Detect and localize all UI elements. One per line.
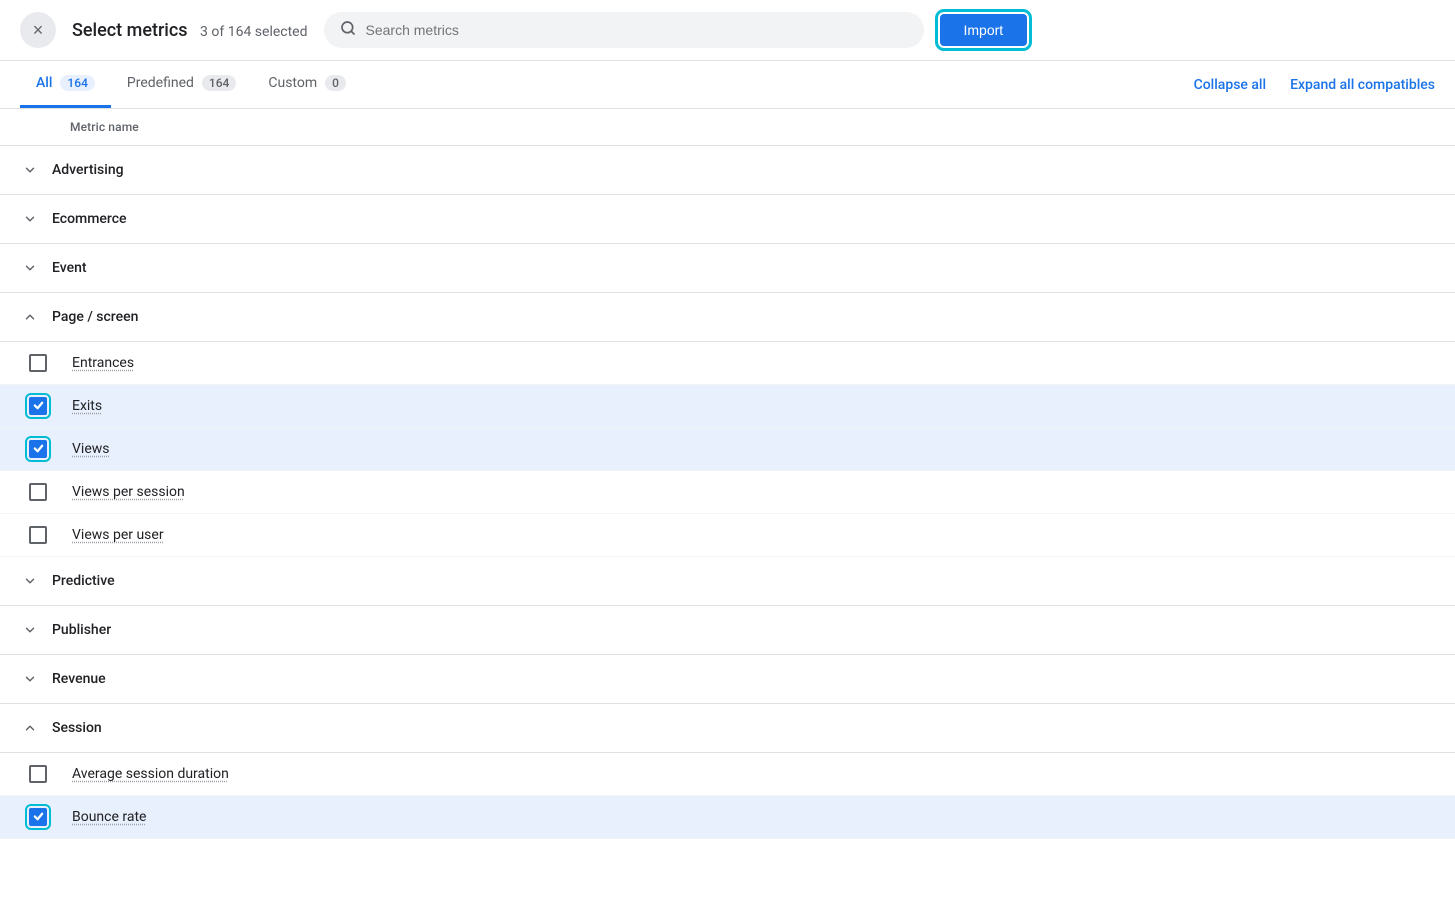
close-button[interactable]: × <box>20 12 56 48</box>
header: × Select metrics 3 of 164 selected Impor… <box>0 0 1455 61</box>
search-input[interactable] <box>366 22 908 38</box>
import-button[interactable]: Import <box>940 14 1028 46</box>
metric-label: Bounce rate <box>72 809 146 825</box>
category-label: Publisher <box>52 622 111 638</box>
metric-checkbox[interactable] <box>29 397 47 415</box>
metric-checkbox[interactable] <box>29 440 47 458</box>
metric-checkbox[interactable] <box>29 765 47 783</box>
category-label: Advertising <box>52 162 124 178</box>
chevron-icon <box>20 669 40 689</box>
checkbox-area <box>20 483 56 501</box>
close-icon: × <box>33 20 44 41</box>
metric-label: Exits <box>72 398 102 414</box>
checkbox-area <box>20 526 56 544</box>
metric-row[interactable]: Entrances <box>0 342 1455 385</box>
chevron-icon <box>20 258 40 278</box>
category-row[interactable]: Ecommerce <box>0 195 1455 244</box>
tabs-left: All 164 Predefined 164 Custom 0 <box>20 61 1194 108</box>
tab-predefined[interactable]: Predefined 164 <box>111 61 252 108</box>
checkbox-area <box>20 354 56 372</box>
category-label: Event <box>52 260 87 276</box>
expand-all-button[interactable]: Expand all compatibles <box>1290 77 1435 93</box>
metrics-list: Advertising Ecommerce Event Page / screen En… <box>0 146 1455 839</box>
category-label: Revenue <box>52 671 106 687</box>
checkmark-icon <box>33 443 44 456</box>
checkbox-area <box>20 397 56 415</box>
category-row[interactable]: Revenue <box>0 655 1455 704</box>
metric-row[interactable]: Average session duration <box>0 753 1455 796</box>
tab-custom[interactable]: Custom 0 <box>252 61 362 108</box>
metric-checkbox[interactable] <box>29 808 47 826</box>
category-row[interactable]: Publisher <box>0 606 1455 655</box>
metric-checkbox[interactable] <box>29 526 47 544</box>
checkmark-icon <box>33 400 44 413</box>
chevron-icon <box>20 307 40 327</box>
metric-checkbox[interactable] <box>29 483 47 501</box>
dialog-title: Select metrics 3 of 164 selected <box>72 20 308 41</box>
metric-label: Views per session <box>72 484 185 500</box>
search-box <box>324 12 924 48</box>
tab-predefined-badge: 164 <box>202 75 236 91</box>
tab-all-badge: 164 <box>60 75 94 91</box>
collapse-all-button[interactable]: Collapse all <box>1194 77 1267 93</box>
category-row[interactable]: Page / screen <box>0 293 1455 342</box>
metric-label: Views per user <box>72 527 164 543</box>
metric-label: Average session duration <box>72 766 229 782</box>
metric-name-header: Metric name <box>70 120 139 134</box>
category-row[interactable]: Advertising <box>0 146 1455 195</box>
metric-label: Entrances <box>72 355 134 371</box>
category-row[interactable]: Event <box>0 244 1455 293</box>
tabs-right: Collapse all Expand all compatibles <box>1194 77 1435 93</box>
metric-row[interactable]: Views per session <box>0 471 1455 514</box>
chevron-icon <box>20 209 40 229</box>
metric-label: Views <box>72 441 110 457</box>
checkbox-area <box>20 808 56 826</box>
checkbox-area <box>20 765 56 783</box>
chevron-icon <box>20 571 40 591</box>
table-header: Metric name <box>0 109 1455 146</box>
checkbox-area <box>20 440 56 458</box>
search-icon <box>340 20 356 40</box>
metric-row[interactable]: Bounce rate <box>0 796 1455 839</box>
tab-all[interactable]: All 164 <box>20 61 111 108</box>
tabs-row: All 164 Predefined 164 Custom 0 Collapse… <box>0 61 1455 109</box>
category-label: Page / screen <box>52 309 138 325</box>
metric-row[interactable]: Views per user <box>0 514 1455 557</box>
metric-row[interactable]: Views <box>0 428 1455 471</box>
category-label: Ecommerce <box>52 211 127 227</box>
chevron-icon <box>20 620 40 640</box>
category-label: Predictive <box>52 573 115 589</box>
category-row[interactable]: Predictive <box>0 557 1455 606</box>
category-row[interactable]: Session <box>0 704 1455 753</box>
metric-checkbox[interactable] <box>29 354 47 372</box>
category-label: Session <box>52 720 102 736</box>
metric-row[interactable]: Exits <box>0 385 1455 428</box>
tab-custom-badge: 0 <box>325 75 346 91</box>
selection-count: 3 of 164 selected <box>200 24 307 40</box>
checkmark-icon <box>33 811 44 824</box>
chevron-icon <box>20 718 40 738</box>
chevron-icon <box>20 160 40 180</box>
